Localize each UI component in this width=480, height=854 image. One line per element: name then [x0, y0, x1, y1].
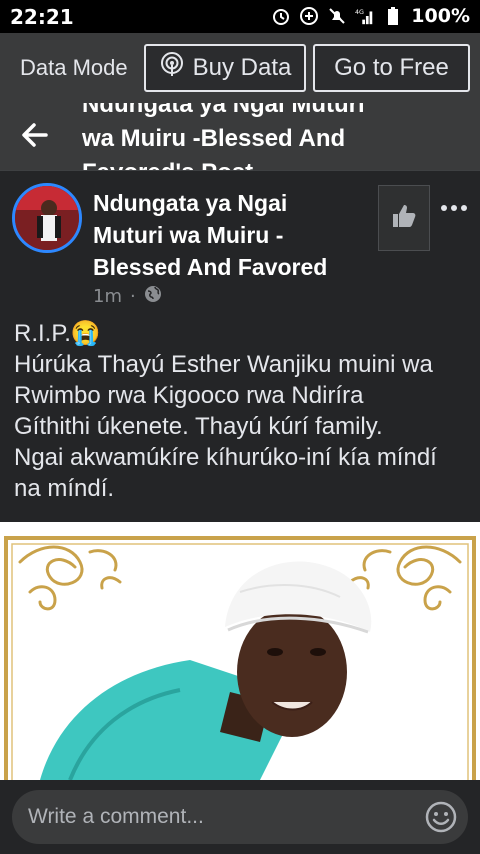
comment-input[interactable]: Write a comment... [12, 790, 468, 844]
data-saver-icon [299, 6, 319, 26]
data-mode-banner: Data Mode Buy Data Go to Free [0, 33, 480, 103]
status-time: 22:21 [10, 5, 74, 29]
battery-icon [383, 6, 403, 26]
post-text-line: na míndí. [14, 475, 115, 502]
post-text: R.I.P.😭 Húrúka Thayú Esther Wanjiku muin… [14, 318, 470, 504]
data-mode-label: Data Mode [20, 55, 128, 80]
avatar[interactable] [12, 183, 82, 253]
post-time: 1m [93, 286, 122, 307]
emoji-icon[interactable] [424, 800, 458, 834]
post-photo[interactable] [0, 522, 480, 780]
post-header-bar: Ndungata ya Ngai Muturi wa Muiru -Blesse… [0, 103, 480, 170]
buy-data-label: Buy Data [192, 54, 292, 81]
mute-icon [327, 6, 347, 26]
post-text-line: R.I.P.😭 [14, 320, 101, 347]
post-author-section: Ndungata ya Ngai Muturi wa Muiru -Blesse… [0, 170, 480, 310]
status-bar: 22:21 4G 100% [0, 0, 480, 33]
comment-placeholder: Write a comment... [28, 805, 204, 828]
buy-data-button[interactable]: Buy Data [144, 44, 306, 92]
go-to-free-button[interactable]: Go to Free [313, 44, 470, 92]
page-title: Ndungata ya Ngai Muturi wa Muiru -Blesse… [82, 103, 365, 170]
post-author-name[interactable]: Ndungata ya Ngai Muturi wa Muiru -Blesse… [93, 187, 363, 283]
post-text-line: Rwimbo rwa Kigooco rwa Ndiríra [14, 382, 364, 409]
more-options-icon[interactable] [436, 195, 472, 221]
post-meta: 1m · [93, 285, 162, 308]
alarm-icon [271, 6, 291, 26]
svg-text:4G: 4G [355, 9, 364, 16]
battery-percent: 100% [411, 5, 470, 27]
signal-icon: 4G [355, 6, 375, 26]
like-button[interactable] [378, 185, 430, 251]
podcast-icon [159, 51, 185, 85]
status-icons: 4G 100% [271, 5, 470, 27]
post-text-line: Ngai akwamúkíre kíhurúko-iní kía míndí [14, 444, 437, 471]
globe-icon [144, 285, 162, 308]
back-arrow-icon[interactable] [18, 119, 50, 151]
go-to-free-label: Go to Free [334, 54, 449, 81]
meta-separator: · [130, 286, 136, 307]
post-text-line: Gíthithi úkenete. Thayú kúrí family. [14, 413, 383, 440]
post-text-line: Húrúka Thayú Esther Wanjiku muini wa [14, 351, 433, 378]
thumbs-up-icon [390, 202, 418, 234]
comment-bar: Write a comment... [0, 780, 480, 854]
